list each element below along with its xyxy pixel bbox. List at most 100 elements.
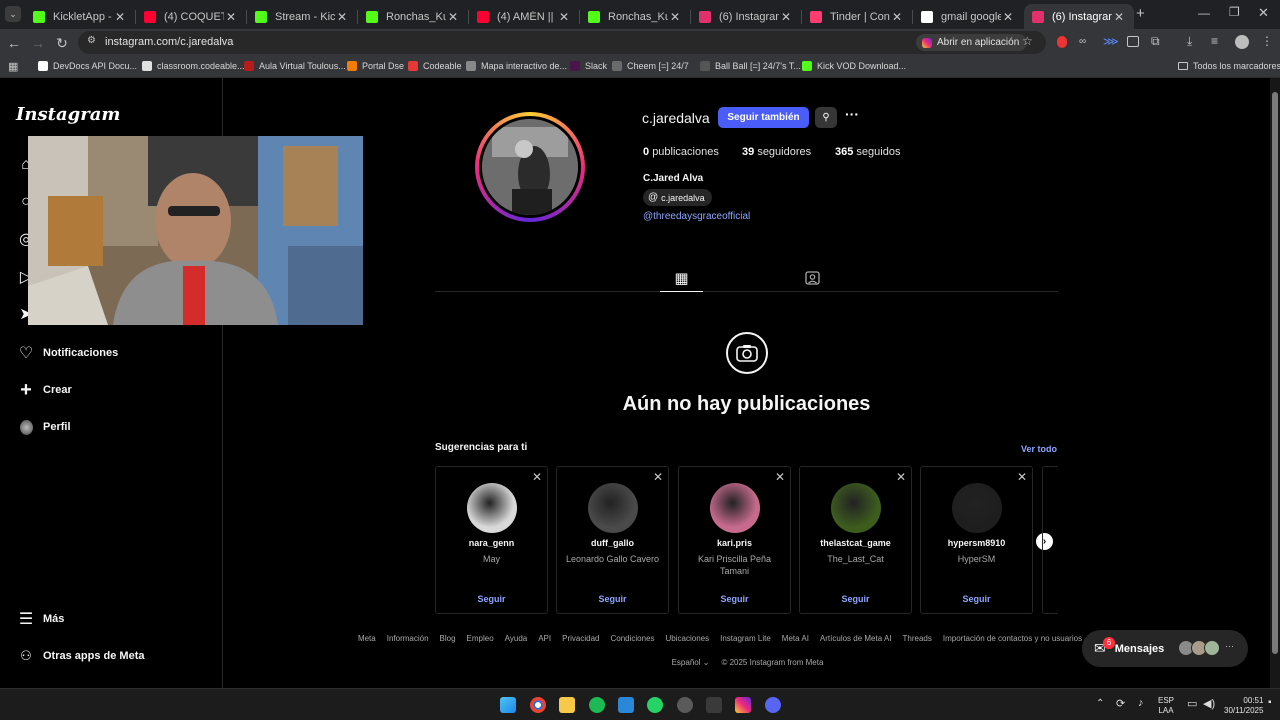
browser-tab[interactable]: Ronchas_Kun Stre✕ bbox=[580, 4, 690, 29]
suggestion-avatar[interactable] bbox=[831, 483, 881, 533]
file-explorer-icon[interactable] bbox=[559, 697, 575, 713]
profile-avatar-icon[interactable] bbox=[1235, 35, 1249, 49]
notifications-bell-icon[interactable]: ▪ bbox=[1268, 697, 1272, 708]
tab-close-icon[interactable]: ✕ bbox=[224, 10, 238, 24]
clock[interactable]: 00:51 30/11/2025 bbox=[1224, 696, 1263, 716]
microphone-icon[interactable]: ♪ bbox=[1138, 697, 1144, 709]
start-button-icon[interactable] bbox=[500, 697, 516, 713]
reload-icon[interactable]: ↻ bbox=[53, 34, 71, 52]
suggestion-username[interactable]: nara_genn bbox=[436, 538, 547, 548]
browser-tab[interactable]: (6) Instagram • Me✕ bbox=[691, 4, 801, 29]
tray-chevron-icon[interactable]: ⌃ bbox=[1096, 698, 1104, 709]
nav-meta-apps[interactable]: ⚇ Otras apps de Meta bbox=[16, 646, 144, 666]
suggestion-card[interactable]: ✕ kari.pris Kari Priscilla Peña Tamani Segu… bbox=[678, 466, 791, 614]
app-icon[interactable] bbox=[677, 697, 693, 713]
tab-close-icon[interactable]: ✕ bbox=[557, 10, 571, 24]
close-window-button[interactable]: ✕ bbox=[1258, 5, 1269, 21]
bookmark-item[interactable]: classroom.codeable.... bbox=[142, 61, 247, 71]
suggestion-card[interactable]: ✕ thelastcat_game The_Last_Cat Seguir bbox=[799, 466, 912, 614]
suggestion-follow-button[interactable]: Seguir bbox=[557, 594, 668, 604]
discord-icon[interactable] bbox=[765, 697, 781, 713]
nav-create[interactable]: + Crear bbox=[16, 379, 72, 401]
suggestion-username[interactable]: hypersm8910 bbox=[921, 538, 1032, 548]
bookmark-item[interactable]: Portal Dse bbox=[347, 61, 404, 71]
dismiss-icon[interactable]: ✕ bbox=[896, 470, 906, 484]
browser-tab[interactable]: (4) COQUETA - BU✕ bbox=[136, 4, 246, 29]
tab-close-icon[interactable]: ✕ bbox=[779, 10, 793, 24]
footer-link[interactable]: Ayuda bbox=[505, 634, 528, 643]
reading-list-icon[interactable]: ≡ bbox=[1211, 34, 1218, 48]
tab-close-icon[interactable]: ✕ bbox=[335, 10, 349, 24]
tab-close-icon[interactable]: ✕ bbox=[668, 10, 682, 24]
extension-icon-1[interactable] bbox=[1057, 36, 1067, 48]
footer-link[interactable]: Meta AI bbox=[782, 634, 809, 643]
download-icon[interactable]: ⤓ bbox=[1187, 34, 1192, 49]
footer-link[interactable]: Instagram Lite bbox=[720, 634, 771, 643]
nav-notifications[interactable]: ♡ Notificaciones bbox=[16, 343, 118, 363]
bio-mention-link[interactable]: @threedaysgraceofficial bbox=[643, 211, 750, 222]
terminal-icon[interactable] bbox=[706, 697, 722, 713]
messages-pill[interactable]: ✉ 6 Mensajes ··· bbox=[1082, 630, 1248, 667]
suggestion-username[interactable]: kari.pris bbox=[679, 538, 790, 548]
browser-tab[interactable]: Tinder | Conoce a✕ bbox=[802, 4, 912, 29]
minimize-button[interactable]: — bbox=[1198, 6, 1210, 20]
suggestion-follow-button[interactable]: Seguir bbox=[800, 594, 911, 604]
tab-close-icon[interactable]: ✕ bbox=[1112, 10, 1126, 24]
back-arrow-icon[interactable]: ← bbox=[5, 34, 23, 52]
suggestion-card[interactable]: ✕ duff_gallo Leonardo Gallo Cavero Seguir bbox=[556, 466, 669, 614]
suggestion-avatar[interactable] bbox=[710, 483, 760, 533]
footer-link[interactable]: Importación de contactos y no usuarios bbox=[943, 634, 1082, 643]
following-stat[interactable]: 365 seguidos bbox=[835, 146, 900, 158]
chrome-icon[interactable] bbox=[530, 697, 546, 713]
footer-link[interactable]: Ubicaciones bbox=[666, 634, 710, 643]
see-all-link[interactable]: Ver todo bbox=[1021, 444, 1057, 454]
bookmark-item[interactable]: Ball Ball [=] 24/7's T... bbox=[700, 61, 801, 71]
bookmark-item[interactable]: Mapa interactivo de... bbox=[466, 61, 567, 71]
instagram-logo[interactable]: Instagram bbox=[16, 104, 120, 125]
keyboard-language[interactable]: ESP LAA bbox=[1158, 696, 1174, 716]
footer-link[interactable]: Empleo bbox=[467, 634, 494, 643]
bookmark-item[interactable]: Aula Virtual Toulous... bbox=[244, 61, 346, 71]
restore-button[interactable]: ❐ bbox=[1229, 5, 1240, 19]
footer-link[interactable]: Threads bbox=[903, 634, 932, 643]
page-scrollbar-thumb[interactable] bbox=[1272, 92, 1278, 654]
suggestion-follow-button[interactable]: Seguir bbox=[679, 594, 790, 604]
apps-grid-icon[interactable]: ▦ bbox=[8, 60, 18, 73]
browser-tab[interactable]: (4) AMÉN || ES QU✕ bbox=[469, 4, 579, 29]
bookmark-item[interactable]: Codeable bbox=[408, 61, 462, 71]
dismiss-icon[interactable]: ✕ bbox=[775, 470, 785, 484]
suggestion-follow-button[interactable]: Seguir bbox=[921, 594, 1032, 604]
browser-tab[interactable]: (6) Instagram ✕ bbox=[1024, 4, 1134, 29]
volume-icon[interactable]: ◀) bbox=[1203, 697, 1215, 710]
browser-tab[interactable]: KickletApp - Kick✕ bbox=[25, 4, 135, 29]
nav-more[interactable]: ☰ Más bbox=[16, 609, 65, 629]
footer-link[interactable]: Blog bbox=[440, 634, 456, 643]
suggestion-card[interactable]: ✕ nara_genn May Seguir bbox=[435, 466, 548, 614]
tab-close-icon[interactable]: ✕ bbox=[890, 10, 904, 24]
footer-link[interactable]: API bbox=[538, 634, 551, 643]
footer-link[interactable]: Privacidad bbox=[562, 634, 599, 643]
follow-back-button[interactable]: Seguir también bbox=[718, 107, 809, 128]
address-bar[interactable]: ⚙ instagram.com/c.jaredalva Abrir en apl… bbox=[78, 31, 1046, 54]
footer-link[interactable]: Información bbox=[387, 634, 429, 643]
network-icon[interactable]: ▭ bbox=[1187, 697, 1197, 710]
all-bookmarks-folder[interactable]: Todos los marcadores bbox=[1178, 61, 1280, 71]
tab-close-icon[interactable]: ✕ bbox=[113, 10, 127, 24]
followers-stat[interactable]: 39 seguidores bbox=[742, 146, 811, 158]
extensions-puzzle-icon[interactable]: ⧉ bbox=[1151, 34, 1160, 49]
open-in-app-button[interactable]: Abrir en aplicación bbox=[916, 34, 1028, 51]
suggestion-username[interactable]: thelastcat_game bbox=[800, 538, 911, 548]
browser-tab[interactable]: gmail google - Bú✕ bbox=[913, 4, 1023, 29]
suggestion-follow-button[interactable]: Seguir bbox=[436, 594, 547, 604]
suggestion-avatar[interactable] bbox=[467, 483, 517, 533]
bookmark-item[interactable]: Kick VOD Download... bbox=[802, 61, 906, 71]
footer-link[interactable]: Condiciones bbox=[610, 634, 654, 643]
browser-tab[interactable]: Stream - Kick Das✕ bbox=[247, 4, 357, 29]
sync-icon[interactable]: ⟳ bbox=[1116, 697, 1125, 710]
new-tab-button[interactable]: + bbox=[1136, 5, 1145, 22]
extension-icon-2[interactable]: ∞ bbox=[1079, 36, 1086, 47]
store-icon[interactable] bbox=[618, 697, 634, 713]
bookmark-star-icon[interactable]: ☆ bbox=[1022, 34, 1033, 48]
suggestion-username[interactable]: duff_gallo bbox=[557, 538, 668, 548]
suggestion-avatar[interactable] bbox=[588, 483, 638, 533]
